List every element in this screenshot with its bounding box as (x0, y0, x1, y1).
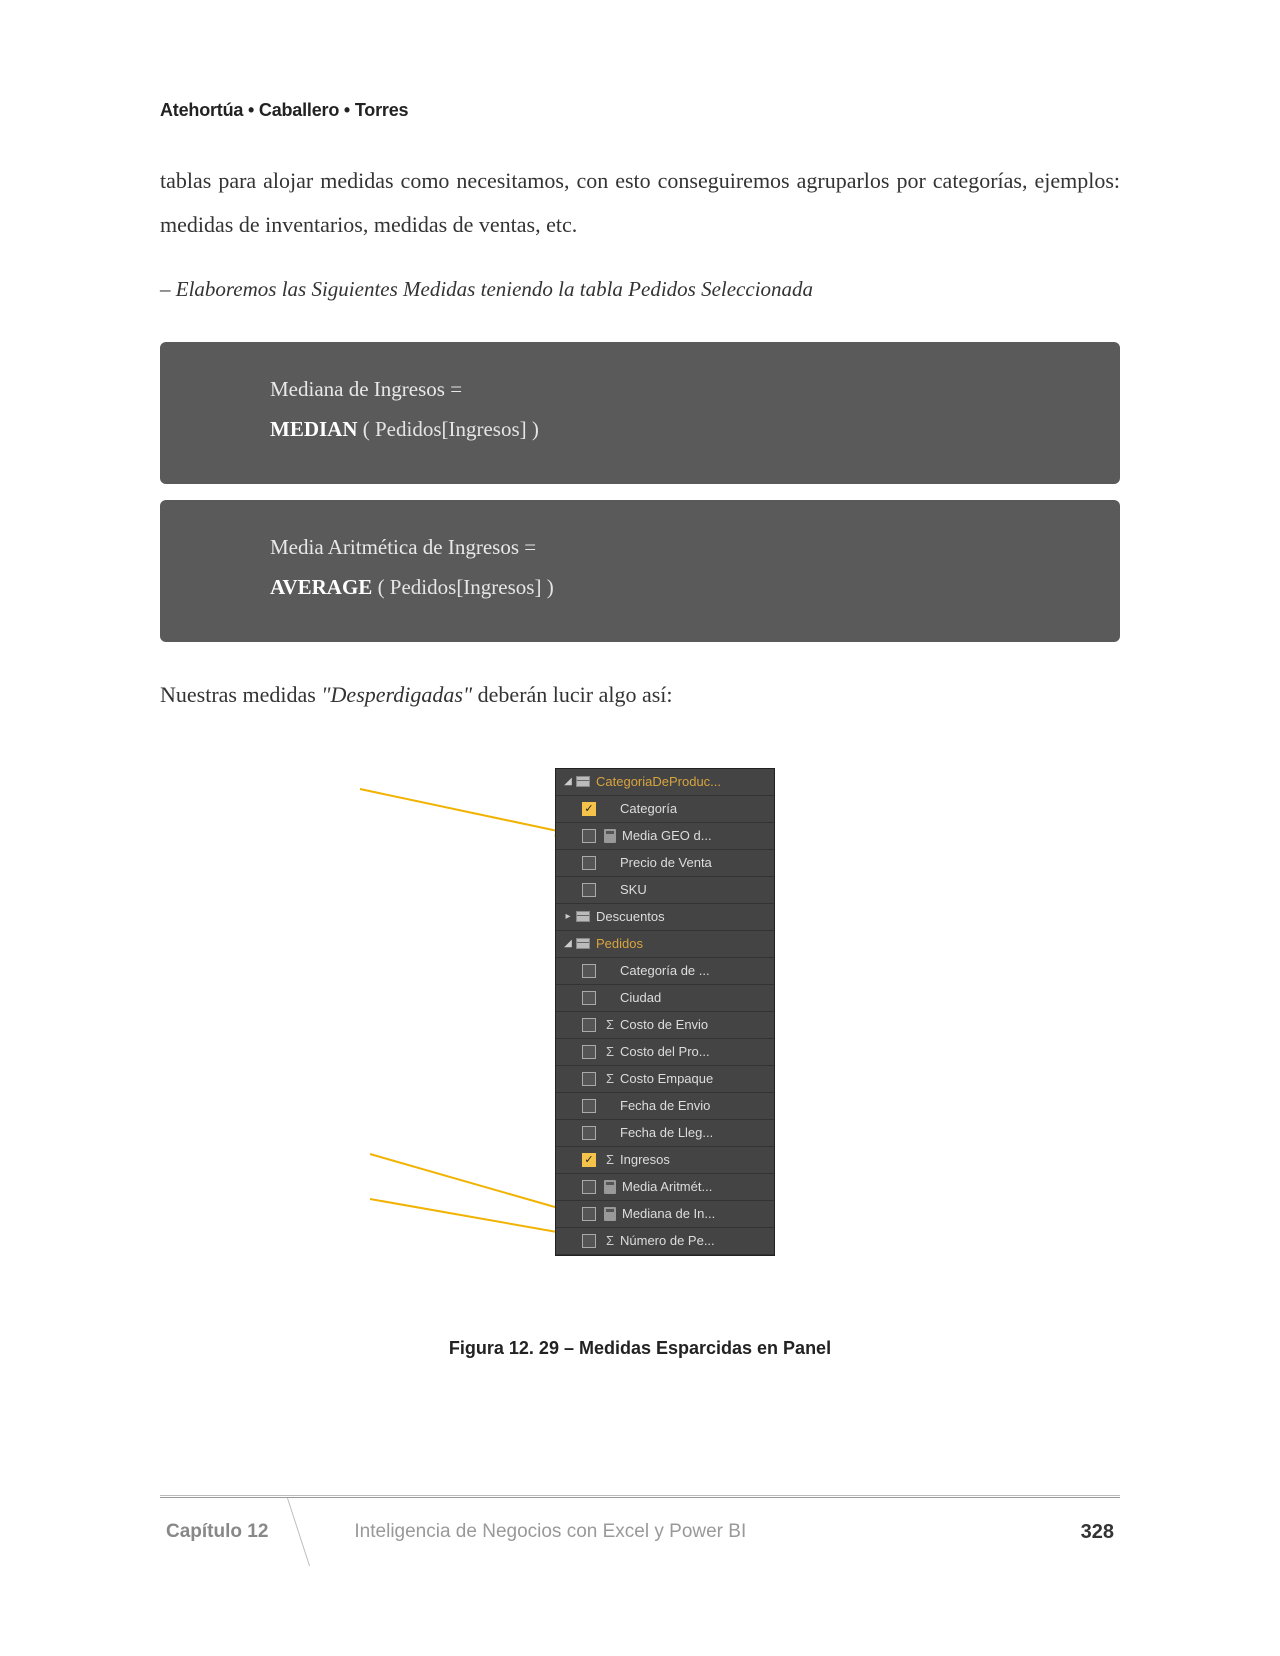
sigma-icon: Σ (604, 1152, 616, 1167)
field-media-geo[interactable]: Media GEO d... (556, 823, 774, 850)
header-authors: Atehortúa • Caballero • Torres (160, 100, 1120, 121)
fields-panel: ◢ CategoriaDeProduc... ✓ Σ Categoría Med… (555, 768, 775, 1256)
instruction-text: Elaboremos las Siguientes Medidas tenien… (176, 277, 813, 301)
checkbox-icon[interactable] (582, 829, 596, 843)
field-row[interactable]: Σ Costo Empaque (556, 1066, 774, 1093)
code-block-median: Mediana de Ingresos = MEDIAN ( Pedidos[I… (160, 342, 1120, 484)
checkbox-icon[interactable] (582, 883, 596, 897)
table-icon (576, 911, 590, 922)
checkbox-icon[interactable] (582, 1045, 596, 1059)
code-title: Media Aritmética de Ingresos = (270, 528, 1090, 568)
field-label: Categoría de ... (620, 963, 710, 978)
field-sku[interactable]: Σ SKU (556, 877, 774, 904)
sigma-icon: Σ (604, 1071, 616, 1086)
footer-chapter: Capítulo 12 (166, 1521, 298, 1543)
checkbox-icon[interactable] (582, 1234, 596, 1248)
field-label: Media Aritmét... (622, 1179, 712, 1194)
checkbox-icon[interactable]: ✓ (582, 1153, 596, 1167)
field-label: Número de Pe... (620, 1233, 715, 1248)
field-label: Media GEO d... (622, 828, 712, 843)
table-icon (576, 938, 590, 949)
table-name: Pedidos (596, 936, 643, 951)
field-row[interactable]: Σ Fecha de Lleg... (556, 1120, 774, 1147)
field-row[interactable]: Σ Ciudad (556, 985, 774, 1012)
field-row[interactable]: Σ Categoría de ... (556, 958, 774, 985)
checkbox-icon[interactable] (582, 991, 596, 1005)
field-label: Costo del Pro... (620, 1044, 710, 1059)
code-args: ( Pedidos[Ingresos] ) (358, 417, 539, 441)
field-row[interactable]: Σ Fecha de Envio (556, 1093, 774, 1120)
checkbox-icon[interactable] (582, 856, 596, 870)
checkbox-icon[interactable] (582, 1099, 596, 1113)
field-categoria[interactable]: ✓ Σ Categoría (556, 796, 774, 823)
code-args: ( Pedidos[Ingresos] ) (372, 575, 553, 599)
footer-page-number: 328 (1081, 1521, 1114, 1544)
checkbox-icon[interactable]: ✓ (582, 802, 596, 816)
field-row[interactable]: Σ Número de Pe... (556, 1228, 774, 1255)
field-label: Costo Empaque (620, 1071, 713, 1086)
arrow-annotation-icon (360, 788, 566, 834)
field-label: Costo de Envio (620, 1017, 708, 1032)
checkbox-icon[interactable] (582, 1072, 596, 1086)
table-name: CategoriaDeProduc... (596, 774, 721, 789)
code-fn: MEDIAN (270, 417, 358, 441)
figure-caption: Figura 12. 29 – Medidas Esparcidas en Pa… (160, 1338, 1120, 1359)
sigma-icon: Σ (604, 1044, 616, 1059)
footer-divider-icon (298, 1512, 328, 1552)
instruction-dash: – (160, 277, 171, 301)
sigma-icon: Σ (604, 1233, 616, 1248)
post-text: Nuestras medidas "Desperdigadas" deberán… (160, 682, 1120, 708)
instruction-line: – Elaboremos las Siguientes Medidas teni… (160, 277, 1120, 302)
field-media-aritmet[interactable]: Media Aritmét... (556, 1174, 774, 1201)
sigma-icon: Σ (604, 1017, 616, 1032)
code-title: Mediana de Ingresos = (270, 370, 1090, 410)
field-label: SKU (620, 882, 647, 897)
field-row[interactable]: Σ Costo de Envio (556, 1012, 774, 1039)
field-precio-venta[interactable]: Σ Precio de Venta (556, 850, 774, 877)
footer-title: Inteligencia de Negocios con Excel y Pow… (354, 1521, 1080, 1543)
checkbox-icon[interactable] (582, 1126, 596, 1140)
chevron-right-icon: ▸ (562, 911, 574, 922)
body-intro: tablas para alojar medidas como necesita… (160, 159, 1120, 247)
field-label: Ciudad (620, 990, 661, 1005)
field-label: Precio de Venta (620, 855, 712, 870)
field-row[interactable]: Σ Costo del Pro... (556, 1039, 774, 1066)
field-ingresos[interactable]: ✓ Σ Ingresos (556, 1147, 774, 1174)
table-header-categoria[interactable]: ◢ CategoriaDeProduc... (556, 769, 774, 796)
post-quote: "Desperdigadas" (321, 682, 472, 707)
checkbox-icon[interactable] (582, 1180, 596, 1194)
field-mediana-in[interactable]: Mediana de In... (556, 1201, 774, 1228)
field-label: Mediana de In... (622, 1206, 715, 1221)
table-header-descuentos[interactable]: ▸ Descuentos (556, 904, 774, 931)
post-suffix: deberán lucir algo así: (472, 682, 672, 707)
chevron-down-icon: ◢ (562, 776, 574, 787)
checkbox-icon[interactable] (582, 1207, 596, 1221)
field-label: Ingresos (620, 1152, 670, 1167)
checkbox-icon[interactable] (582, 964, 596, 978)
checkbox-icon[interactable] (582, 1018, 596, 1032)
page-footer: Capítulo 12 Inteligencia de Negocios con… (160, 1495, 1120, 1566)
code-fn: AVERAGE (270, 575, 372, 599)
calculator-icon (604, 1180, 616, 1194)
field-label: Fecha de Lleg... (620, 1125, 713, 1140)
table-icon (576, 776, 590, 787)
field-label: Categoría (620, 801, 677, 816)
table-name: Descuentos (596, 909, 665, 924)
table-header-pedidos[interactable]: ◢ Pedidos (556, 931, 774, 958)
figure-panel-wrap: ◢ CategoriaDeProduc... ✓ Σ Categoría Med… (160, 768, 1120, 1308)
chevron-down-icon: ◢ (562, 938, 574, 949)
calculator-icon (604, 829, 616, 843)
post-prefix: Nuestras medidas (160, 682, 321, 707)
code-block-average: Media Aritmética de Ingresos = AVERAGE (… (160, 500, 1120, 642)
calculator-icon (604, 1207, 616, 1221)
field-label: Fecha de Envio (620, 1098, 710, 1113)
